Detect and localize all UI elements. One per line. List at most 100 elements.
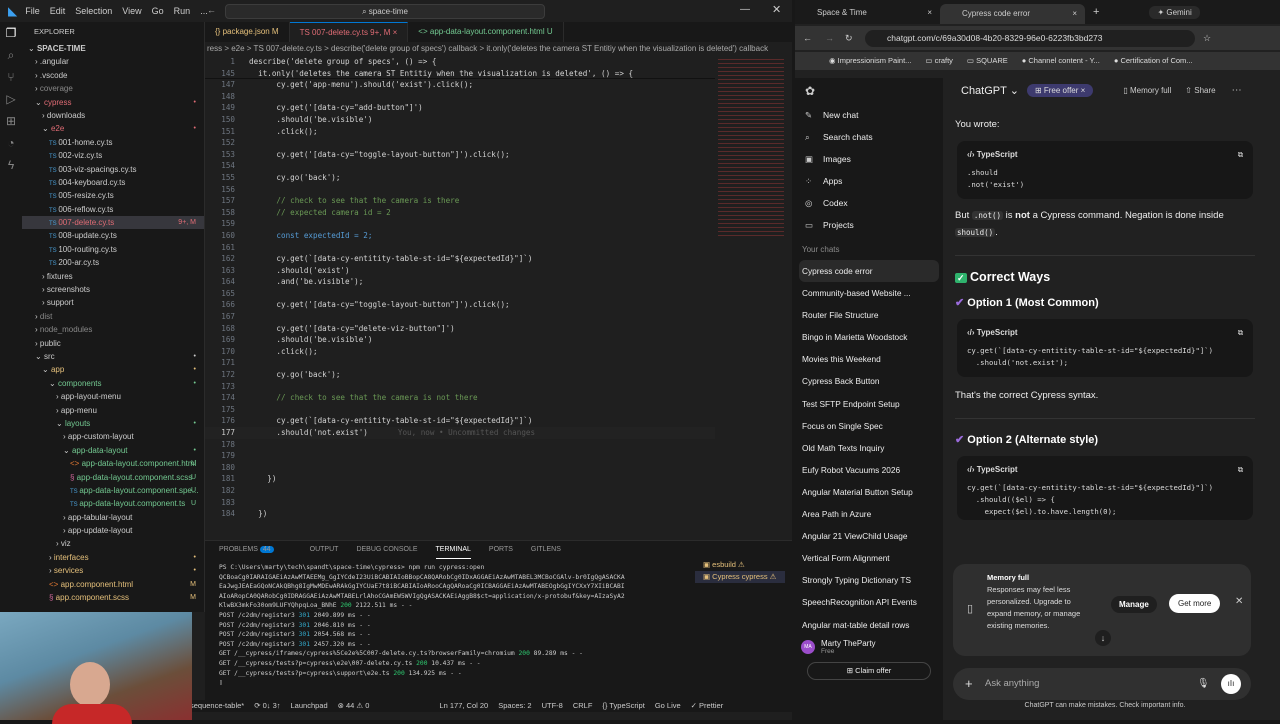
explorer-icon[interactable]: ❐ bbox=[0, 22, 22, 44]
memory-full-button[interactable]: ▯ Memory full bbox=[1123, 86, 1171, 95]
claim-offer-button[interactable]: ⊞ Claim offer bbox=[807, 661, 931, 680]
tree-item[interactable]: ⌄ layouts • bbox=[22, 417, 204, 430]
tab-cypress-code-error[interactable]: Cypress code error × bbox=[940, 4, 1085, 24]
tree-item[interactable]: › .vscode bbox=[22, 69, 204, 82]
chat-item[interactable]: Movies this Weekend bbox=[795, 348, 943, 370]
prompt-input[interactable]: + Ask anything 🎙 ıIı bbox=[953, 668, 1251, 700]
status-item[interactable]: sequence-table* bbox=[190, 700, 244, 712]
url-input[interactable]: chatgpt.com/c/69a30d08-4b20-8329-96e0-62… bbox=[865, 29, 1195, 47]
plus-icon[interactable]: + bbox=[965, 668, 973, 700]
editor-tab[interactable]: TS 007-delete.cy.ts 9+, M × bbox=[289, 22, 409, 42]
bookmark[interactable]: ▭ SQUARE bbox=[967, 52, 1008, 70]
tree-item[interactable]: › coverage bbox=[22, 82, 204, 95]
status-item[interactable]: CRLF bbox=[573, 700, 593, 712]
openai-logo-icon[interactable]: ✿ bbox=[795, 78, 943, 104]
nav-new-chat[interactable]: ✎ New chat bbox=[795, 104, 943, 126]
copy-icon[interactable]: ⧉ bbox=[1238, 464, 1243, 476]
panel-tab-ports[interactable]: PORTS bbox=[489, 541, 513, 559]
status-item[interactable]: Spaces: 2 bbox=[498, 700, 531, 712]
tree-item[interactable]: › dist bbox=[22, 310, 204, 323]
microphone-icon[interactable]: 🎙 bbox=[1197, 668, 1209, 700]
copy-icon[interactable]: ⧉ bbox=[1238, 149, 1243, 161]
nav-codex[interactable]: ◎ Codex bbox=[795, 192, 943, 214]
editor-tab[interactable]: {} package.json M bbox=[205, 22, 290, 42]
chat-item[interactable]: Community-based Website ... bbox=[795, 282, 943, 304]
close-tab-icon[interactable]: × bbox=[927, 8, 932, 17]
chat-item[interactable]: Vertical Form Alignment bbox=[795, 547, 943, 569]
panel-tab-problems[interactable]: PROBLEMS 44 bbox=[219, 541, 292, 559]
chat-item[interactable]: Bingo in Marietta Woodstock bbox=[795, 326, 943, 348]
bookmark-star-icon[interactable]: ☆ bbox=[1203, 33, 1211, 44]
bookmark[interactable]: ● Certification of Com... bbox=[1114, 52, 1193, 70]
tree-item[interactable]: ⌄ components • bbox=[22, 377, 204, 390]
tree-item[interactable]: › app-tabular-layout bbox=[22, 511, 204, 524]
status-item[interactable]: {} TypeScript bbox=[602, 700, 644, 712]
tree-item[interactable]: › app-layout-menu bbox=[22, 390, 204, 403]
menu-item[interactable]: Run bbox=[174, 6, 191, 16]
tree-item[interactable]: ⌄ src • bbox=[22, 350, 204, 363]
tree-item[interactable]: › fixtures bbox=[22, 270, 204, 283]
extensions-icon[interactable]: ⊞ bbox=[0, 110, 22, 132]
tree-item[interactable]: › node_modules bbox=[22, 323, 204, 336]
tree-item[interactable]: › interfaces • bbox=[22, 551, 204, 564]
chat-item[interactable]: Test SFTP Endpoint Setup bbox=[795, 393, 943, 415]
tree-item[interactable]: › .angular bbox=[22, 55, 204, 68]
editor-tab[interactable]: <> app-data-layout.component.html U bbox=[408, 22, 564, 42]
bookmark[interactable]: ● Channel content - Y... bbox=[1022, 52, 1100, 70]
tree-item[interactable]: TS 007-delete.cy.ts 9+, M bbox=[22, 216, 204, 230]
status-item[interactable]: ⊗ 44 ⚠ 0 bbox=[338, 700, 370, 712]
tree-item[interactable]: § app-data-layout.component.scss U bbox=[22, 471, 204, 484]
menu-item[interactable]: File bbox=[25, 6, 40, 16]
chat-item[interactable]: Strongly Typing Dictionary TS bbox=[795, 569, 943, 591]
nav-projects[interactable]: ▭ Projects bbox=[795, 214, 943, 236]
tree-item[interactable]: <> app-data-layout.component.html U bbox=[22, 457, 204, 470]
tree-item[interactable]: <> app.component.html M bbox=[22, 578, 204, 591]
panel-tab-terminal[interactable]: TERMINAL bbox=[435, 541, 471, 559]
status-item[interactable]: UTF-8 bbox=[542, 700, 563, 712]
chat-item[interactable]: Angular Material Button Setup bbox=[795, 481, 943, 503]
tree-item[interactable]: TS 001-home.cy.ts bbox=[22, 136, 204, 149]
menu-item[interactable]: Selection bbox=[75, 6, 112, 16]
share-button[interactable]: ⇧ Share bbox=[1185, 86, 1215, 95]
reload-icon[interactable]: ↻ bbox=[845, 33, 853, 44]
chat-item[interactable]: Focus on Single Spec bbox=[795, 415, 943, 437]
chat-item[interactable]: Angular mat-table detail rows bbox=[795, 614, 943, 636]
tree-item[interactable]: § app.component.scss M bbox=[22, 591, 204, 604]
tree-item[interactable]: TS 008-update.cy.ts bbox=[22, 229, 204, 242]
tree-item[interactable]: TS 005-resize.cy.ts bbox=[22, 189, 204, 202]
gemini-button[interactable]: ✦ Gemini bbox=[1149, 5, 1200, 19]
tree-item[interactable]: TS app-data-layout.component.spe... U bbox=[22, 484, 204, 497]
chat-item[interactable]: Eufy Robot Vacuums 2026 bbox=[795, 459, 943, 481]
terminal-output[interactable]: PS C:\Users\marty\tech\spandt\space-time… bbox=[219, 563, 689, 688]
chat-item[interactable]: Area Path in Azure bbox=[795, 503, 943, 525]
back-icon[interactable]: ← bbox=[803, 33, 812, 43]
minimize-icon[interactable]: — bbox=[740, 4, 750, 15]
menu-item[interactable]: Edit bbox=[50, 6, 66, 16]
tree-item[interactable]: ⌄ cypress • bbox=[22, 96, 204, 109]
tree-item[interactable]: TS 004-keyboard.cy.ts bbox=[22, 176, 204, 189]
tree-item[interactable]: ⌄ SPACE-TIME bbox=[22, 42, 204, 55]
chat-item[interactable]: Cypress Back Button bbox=[795, 370, 943, 392]
close-window-icon[interactable]: ✕ bbox=[772, 3, 781, 16]
tree-item[interactable]: › viz bbox=[22, 537, 204, 550]
new-tab-icon[interactable]: + bbox=[1093, 6, 1099, 18]
code-editor[interactable]: 1 describe('delete group of specs', () =>… bbox=[205, 56, 715, 531]
model-selector[interactable]: ChatGPT ⌄ bbox=[961, 84, 1019, 97]
tree-item[interactable]: TS 003-viz-spacings.cy.ts bbox=[22, 163, 204, 176]
chat-item[interactable]: Router File Structure bbox=[795, 304, 943, 326]
command-center-search[interactable]: ⌕ space-time bbox=[225, 4, 545, 19]
nav-search-chats[interactable]: ⌕ Search chats bbox=[795, 126, 943, 148]
tree-item[interactable]: › services • bbox=[22, 564, 204, 577]
tree-item[interactable]: › screenshots bbox=[22, 283, 204, 296]
terminal-instance[interactable]: ▣ Cypress cypress ⚠ bbox=[695, 571, 785, 583]
voice-mode-icon[interactable]: ıIı bbox=[1221, 674, 1241, 694]
tree-item[interactable]: › support bbox=[22, 296, 204, 309]
tree-item[interactable]: › app-custom-layout bbox=[22, 430, 204, 443]
tree-item[interactable]: ⌄ app • bbox=[22, 363, 204, 376]
forward-icon[interactable]: → bbox=[825, 33, 834, 43]
menu-item[interactable]: View bbox=[122, 6, 141, 16]
panel-tab-output[interactable]: OUTPUT bbox=[310, 541, 339, 559]
user-profile[interactable]: MA Marty TheParty Free bbox=[795, 636, 943, 658]
status-item[interactable]: Go Live bbox=[655, 700, 681, 712]
tree-item[interactable]: › app-menu bbox=[22, 404, 204, 417]
